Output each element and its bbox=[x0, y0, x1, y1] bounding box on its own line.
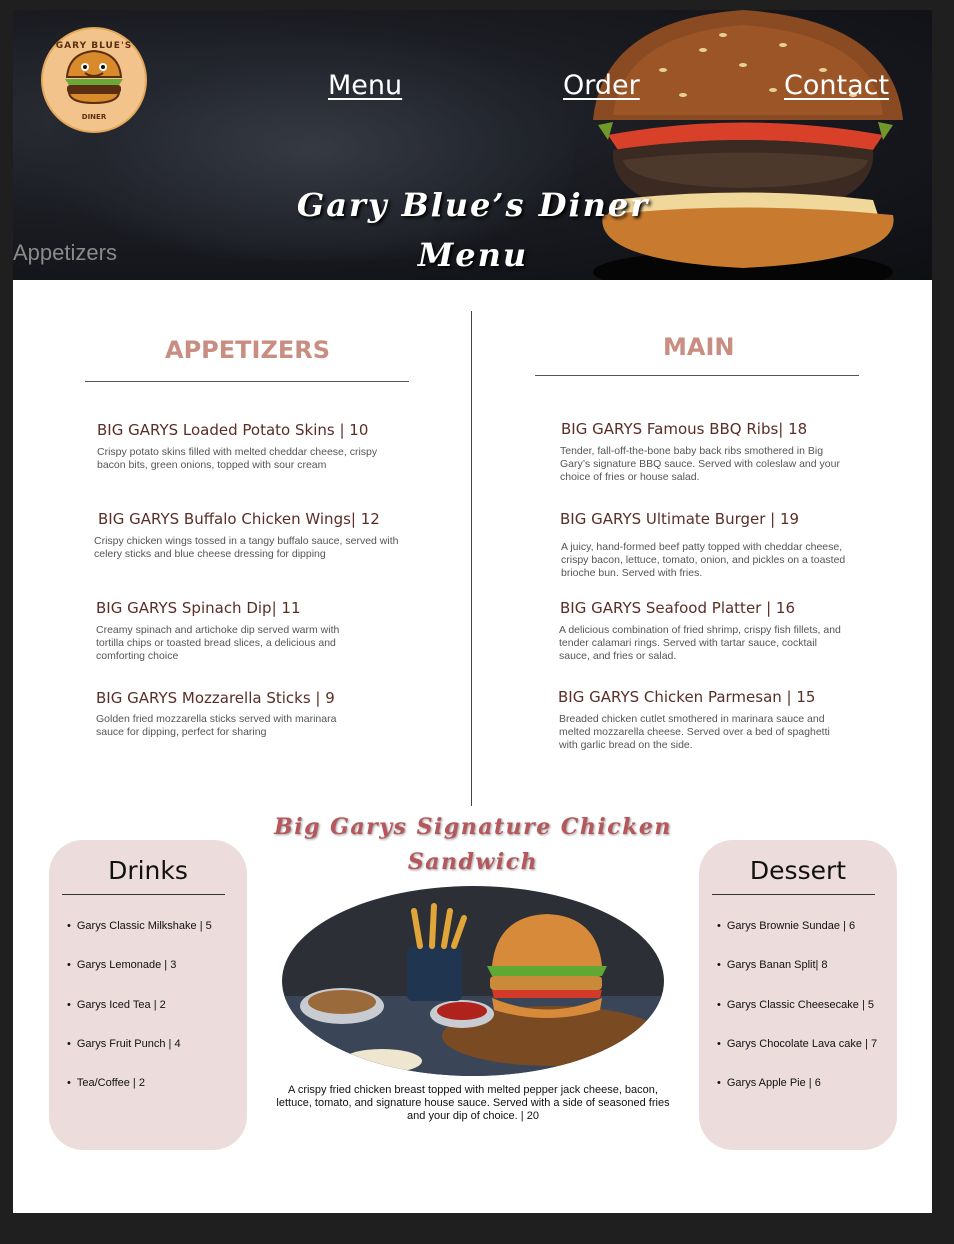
hero-banner: GARY BLUE'S DINER Menu Order Contact Gar… bbox=[13, 10, 932, 280]
logo-bottom-text: DINER bbox=[81, 113, 107, 121]
menu-sheet: APPETIZERS MAIN BIG GARYS Loaded Potato … bbox=[13, 280, 932, 1213]
list-item: Garys Fruit Punch | 4 bbox=[67, 1038, 212, 1077]
dessert-card: Dessert Garys Brownie Sundae | 6 Garys B… bbox=[699, 840, 897, 1150]
drinks-list: Garys Classic Milkshake | 5 Garys Lemona… bbox=[67, 920, 212, 1116]
sandwich-plate-image bbox=[282, 886, 664, 1076]
appetizer-item-name: BIG GARYS Spinach Dip| 11 bbox=[96, 599, 301, 617]
main-item-desc: Tender, fall-off-the-bone baby back ribs… bbox=[560, 445, 840, 483]
list-item: Garys Banan Split| 8 bbox=[717, 959, 877, 998]
frame-label: Appetizers bbox=[13, 240, 117, 265]
drinks-title: Drinks bbox=[108, 856, 188, 885]
appetizer-item-desc: Crispy potato skins filled with melted c… bbox=[97, 446, 378, 471]
appetizer-item-name: BIG GARYS Mozzarella Sticks | 9 bbox=[96, 689, 335, 707]
main-rule bbox=[535, 375, 859, 376]
list-item: Garys Classic Cheesecake | 5 bbox=[717, 999, 877, 1038]
feature-title: Big Garys Signature Chicken Sandwich bbox=[268, 810, 678, 880]
appetizer-item-desc: Crispy chicken wings tossed in a tangy b… bbox=[94, 535, 399, 560]
list-item: Garys Apple Pie | 6 bbox=[717, 1077, 877, 1116]
dessert-list: Garys Brownie Sundae | 6 Garys Banan Spl… bbox=[717, 920, 877, 1116]
main-item-desc: Breaded chicken cutlet smothered in mari… bbox=[559, 713, 830, 751]
appetizer-item-desc: Creamy spinach and artichoke dip served … bbox=[96, 624, 340, 662]
appetizers-rule bbox=[85, 381, 409, 382]
dessert-rule bbox=[712, 894, 875, 895]
appetizer-item-name: BIG GARYS Loaded Potato Skins | 10 bbox=[97, 421, 369, 439]
appetizer-item-name: BIG GARYS Buffalo Chicken Wings| 12 bbox=[98, 510, 380, 528]
list-item: Tea/Coffee | 2 bbox=[67, 1077, 212, 1116]
drinks-card: Drinks Garys Classic Milkshake | 5 Garys… bbox=[49, 840, 247, 1150]
feature-title-line2: Sandwich bbox=[407, 849, 539, 875]
column-divider bbox=[471, 311, 472, 806]
feature-sandwich-photo bbox=[282, 886, 664, 1076]
main-item-name: BIG GARYS Seafood Platter | 16 bbox=[560, 599, 796, 617]
list-item: Garys Classic Milkshake | 5 bbox=[67, 920, 212, 959]
hero-title: Gary Blue’s Diner Menu bbox=[213, 180, 733, 280]
main-item-desc: A juicy, hand-formed beef patty topped w… bbox=[561, 541, 846, 579]
nav-order-link[interactable]: Order bbox=[563, 70, 640, 101]
drinks-rule bbox=[62, 894, 225, 895]
main-item-name: BIG GARYS Famous BBQ Ribs| 18 bbox=[561, 420, 808, 438]
nav-contact-link[interactable]: Contact bbox=[784, 70, 889, 101]
feature-description: A crispy fried chicken breast topped wit… bbox=[276, 1084, 670, 1122]
diner-logo[interactable]: GARY BLUE'S DINER bbox=[41, 27, 147, 133]
dessert-title: Dessert bbox=[749, 856, 847, 885]
feature-title-line1: Big Garys Signature Chicken bbox=[274, 814, 672, 840]
list-item: Garys Chocolate Lava cake | 7 bbox=[717, 1038, 877, 1077]
list-item: Garys Brownie Sundae | 6 bbox=[717, 920, 877, 959]
hero-title-line1: Gary Blue’s Diner bbox=[296, 186, 650, 224]
main-item-name: BIG GARYS Chicken Parmesan | 15 bbox=[558, 688, 816, 706]
list-item: Garys Lemonade | 3 bbox=[67, 959, 212, 998]
main-title: MAIN bbox=[663, 333, 735, 361]
main-item-name: BIG GARYS Ultimate Burger | 19 bbox=[560, 510, 800, 528]
nav-menu-link[interactable]: Menu bbox=[328, 70, 402, 101]
appetizers-title: APPETIZERS bbox=[165, 336, 331, 364]
hero-title-line2: Menu bbox=[417, 236, 529, 274]
appetizer-item-desc: Golden fried mozzarella sticks served wi… bbox=[96, 713, 337, 738]
list-item: Garys Iced Tea | 2 bbox=[67, 999, 212, 1038]
main-item-desc: A delicious combination of fried shrimp,… bbox=[559, 624, 841, 662]
